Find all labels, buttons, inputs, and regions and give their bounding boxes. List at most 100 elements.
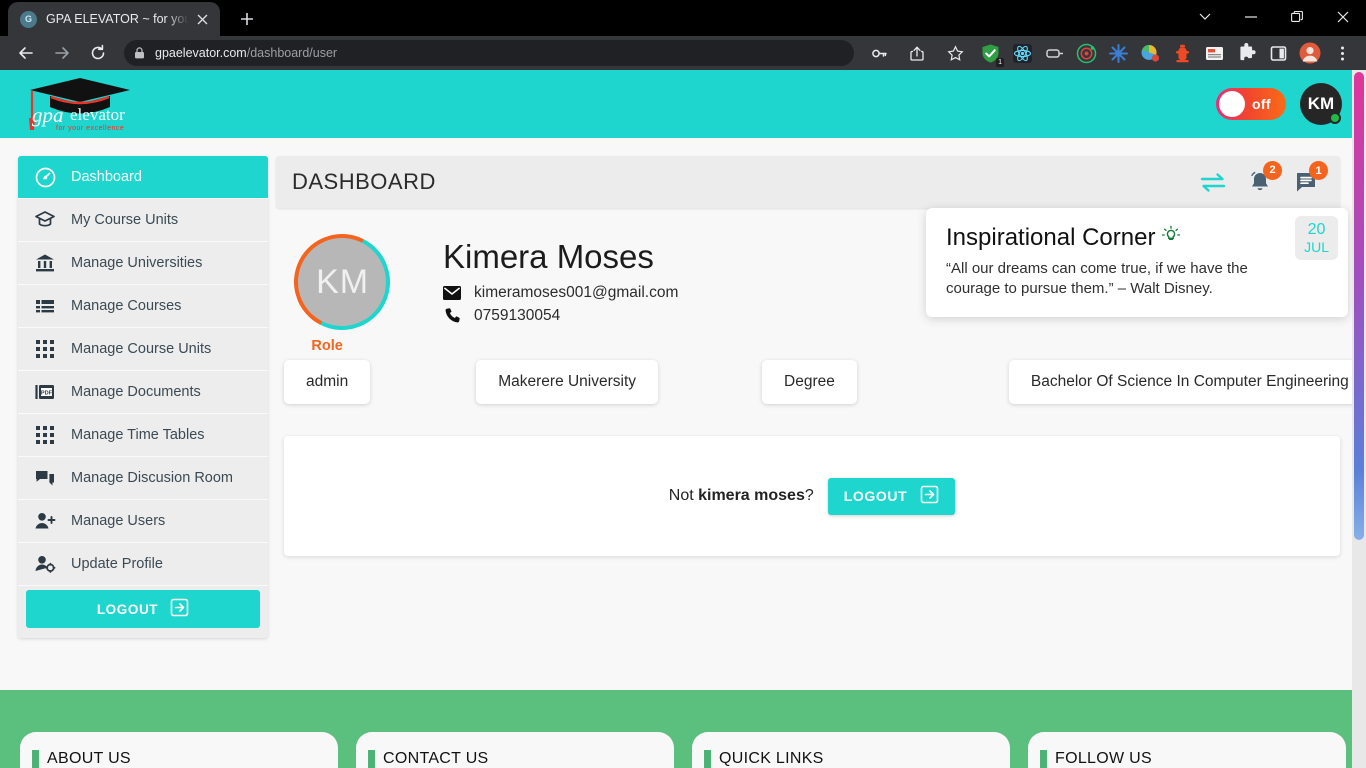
sidebar-item-label: Manage Course Units xyxy=(71,341,212,357)
footer-card-follow-us: FOLLOW US xyxy=(1028,732,1346,768)
profile-name: Kimera Moses xyxy=(443,238,654,275)
puzzle-extensions-icon[interactable] xyxy=(1233,40,1259,66)
main-header-icons: 2 1 xyxy=(1200,160,1328,195)
sidebar-item-dashboard[interactable]: Dashboard xyxy=(18,156,268,199)
bookmark-star-icon[interactable] xyxy=(940,38,970,68)
minimize-icon[interactable] xyxy=(1228,0,1274,34)
extensions-strip: 1 xyxy=(974,40,1358,67)
chip-slot-role: Role admin xyxy=(284,338,371,404)
footer-heading-text: CONTACT US xyxy=(383,750,489,767)
sidebar-item-manage-discusion-room[interactable]: Manage Discusion Room xyxy=(18,457,268,500)
sidepanel-icon[interactable] xyxy=(1265,40,1291,66)
sidebar-item-manage-course-units[interactable]: Manage Course Units xyxy=(18,328,268,371)
search-tabs-icon[interactable] xyxy=(1182,0,1228,34)
profile-avatar-icon[interactable] xyxy=(1297,40,1323,66)
chip-value-degree-name: Bachelor Of Science In Computer Engineer… xyxy=(1008,360,1366,404)
site-footer: ABOUT US CONTACT US QUICK LINKS FOLLOW U… xyxy=(0,690,1366,768)
profile-email-row: kimeramoses001@gmail.com xyxy=(443,284,678,302)
sidebar-item-label: Manage Discusion Room xyxy=(71,470,233,486)
main-logout-label: LOGOUT xyxy=(843,488,908,504)
paint-extension-icon[interactable] xyxy=(1137,40,1163,66)
logout-panel: Not kimera moses? LOGOUT xyxy=(284,436,1340,556)
footer-card-about-us: ABOUT US xyxy=(20,732,338,768)
share-icon[interactable] xyxy=(902,38,932,68)
speedometer-icon xyxy=(34,167,56,188)
target-extension-icon[interactable] xyxy=(1073,40,1099,66)
list-icon xyxy=(34,295,56,317)
quote-card-title: Inspirational Corner xyxy=(946,224,1328,252)
svg-text:gpa: gpa xyxy=(32,103,64,127)
url-path: /dashboard/user xyxy=(246,46,338,60)
header-right-controls: off KM xyxy=(1216,83,1342,125)
profile-attributes-row: Role admin Makerere University Degree Ba… xyxy=(276,338,1366,404)
password-key-icon[interactable] xyxy=(864,38,894,68)
page-viewport: gpa elevator for your excellence off KM xyxy=(0,70,1366,768)
quote-title-text: Inspirational Corner xyxy=(946,224,1156,251)
main-content: DASHBOARD 2 1 KM Kimera Moses kimeramose… xyxy=(276,156,1366,556)
close-window-icon[interactable] xyxy=(1320,0,1366,34)
sidebar-item-label: Manage Courses xyxy=(71,298,182,314)
bank-icon xyxy=(34,252,56,274)
page-scrollbar-thumb[interactable] xyxy=(1354,72,1364,540)
sidebar-item-my-course-units[interactable]: My Course Units xyxy=(18,199,268,242)
footer-heading-text: ABOUT US xyxy=(47,750,131,767)
footer-heading-text: QUICK LINKS xyxy=(719,750,824,767)
blue-flower-extension-icon[interactable] xyxy=(1105,40,1131,66)
sidebar-item-manage-universities[interactable]: Manage Universities xyxy=(18,242,268,285)
sidebar-item-manage-courses[interactable]: Manage Courses xyxy=(18,285,268,328)
reload-icon[interactable] xyxy=(83,38,113,68)
svg-text:elevator: elevator xyxy=(70,105,125,124)
fire-hydrant-extension-icon[interactable] xyxy=(1169,40,1195,66)
react-devtools-icon[interactable] xyxy=(1009,40,1035,66)
chrome-menu-icon[interactable] xyxy=(1329,40,1355,66)
app-logo[interactable]: gpa elevator for your excellence xyxy=(18,74,148,134)
browser-tab[interactable]: G GPA ELEVATOR ~ for your excelle xyxy=(8,2,220,36)
notes-extension-icon[interactable] xyxy=(1201,40,1227,66)
bell-badge-count: 2 xyxy=(1263,160,1282,180)
page-body: Dashboard My Course Units Manage Univers… xyxy=(0,138,1366,638)
messages-icon[interactable]: 1 xyxy=(1294,161,1328,194)
date-day: 20 xyxy=(1307,221,1326,238)
header-avatar[interactable]: KM xyxy=(1300,83,1342,125)
footer-heading: ABOUT US xyxy=(32,750,131,768)
chip-value-university: Makerere University xyxy=(476,360,659,404)
browser-chrome: G GPA ELEVATOR ~ for your excelle xyxy=(0,0,1366,70)
sidebar-item-label: Manage Documents xyxy=(71,384,201,400)
url-domain: gpaelevator.com xyxy=(155,46,247,60)
status-toggle[interactable]: off xyxy=(1216,88,1286,120)
toggle-label: off xyxy=(1252,96,1271,112)
online-status-dot xyxy=(1329,112,1341,124)
footer-heading: QUICK LINKS xyxy=(704,750,824,768)
exchange-icon[interactable] xyxy=(1200,171,1226,193)
forward-icon[interactable] xyxy=(47,38,77,68)
inspirational-corner-card: Inspirational Corner “All our dreams can… xyxy=(926,208,1348,317)
profile-phone: 0759130054 xyxy=(474,306,561,324)
sidebar-item-manage-documents[interactable]: PDF Manage Documents xyxy=(18,371,268,414)
shield-extension-icon[interactable]: 1 xyxy=(977,40,1004,67)
omnibox-actions xyxy=(860,38,974,68)
profile-section: KM Kimera Moses kimeramoses001@gmail.com xyxy=(276,208,1348,343)
close-tab-icon[interactable] xyxy=(192,9,212,29)
pdf-icon: PDF xyxy=(34,381,56,403)
back-icon[interactable] xyxy=(11,38,41,68)
bell-icon[interactable]: 2 xyxy=(1248,160,1282,195)
sidebar-item-label: Manage Time Tables xyxy=(71,427,205,443)
main-header-bar: DASHBOARD 2 1 xyxy=(276,156,1340,208)
sidebar-item-manage-users[interactable]: Manage Users xyxy=(18,500,268,543)
sidebar-item-label: Manage Users xyxy=(71,513,166,529)
new-tab-button[interactable] xyxy=(232,4,262,34)
sidebar-item-update-profile[interactable]: Update Profile xyxy=(18,543,268,586)
browser-toolbar: gpaelevator.com/dashboard/user 1 xyxy=(0,36,1366,70)
page-scrollbar[interactable] xyxy=(1352,70,1366,768)
footer-heading-text: FOLLOW US xyxy=(1055,750,1152,767)
sidebar-item-manage-time-tables[interactable]: Manage Time Tables xyxy=(18,414,268,457)
messages-badge-count: 1 xyxy=(1309,161,1328,180)
maximize-icon[interactable] xyxy=(1274,0,1320,34)
screen-capture-icon[interactable] xyxy=(1041,40,1067,66)
svg-text:PDF: PDF xyxy=(41,390,53,396)
main-logout-button[interactable]: LOGOUT xyxy=(827,477,956,515)
chip-label-role: Role xyxy=(311,338,343,354)
address-bar[interactable]: gpaelevator.com/dashboard/user xyxy=(124,40,854,66)
sidebar-logout-button[interactable]: LOGOUT xyxy=(26,590,260,628)
tab-title: GPA ELEVATOR ~ for your excelle xyxy=(46,12,190,26)
